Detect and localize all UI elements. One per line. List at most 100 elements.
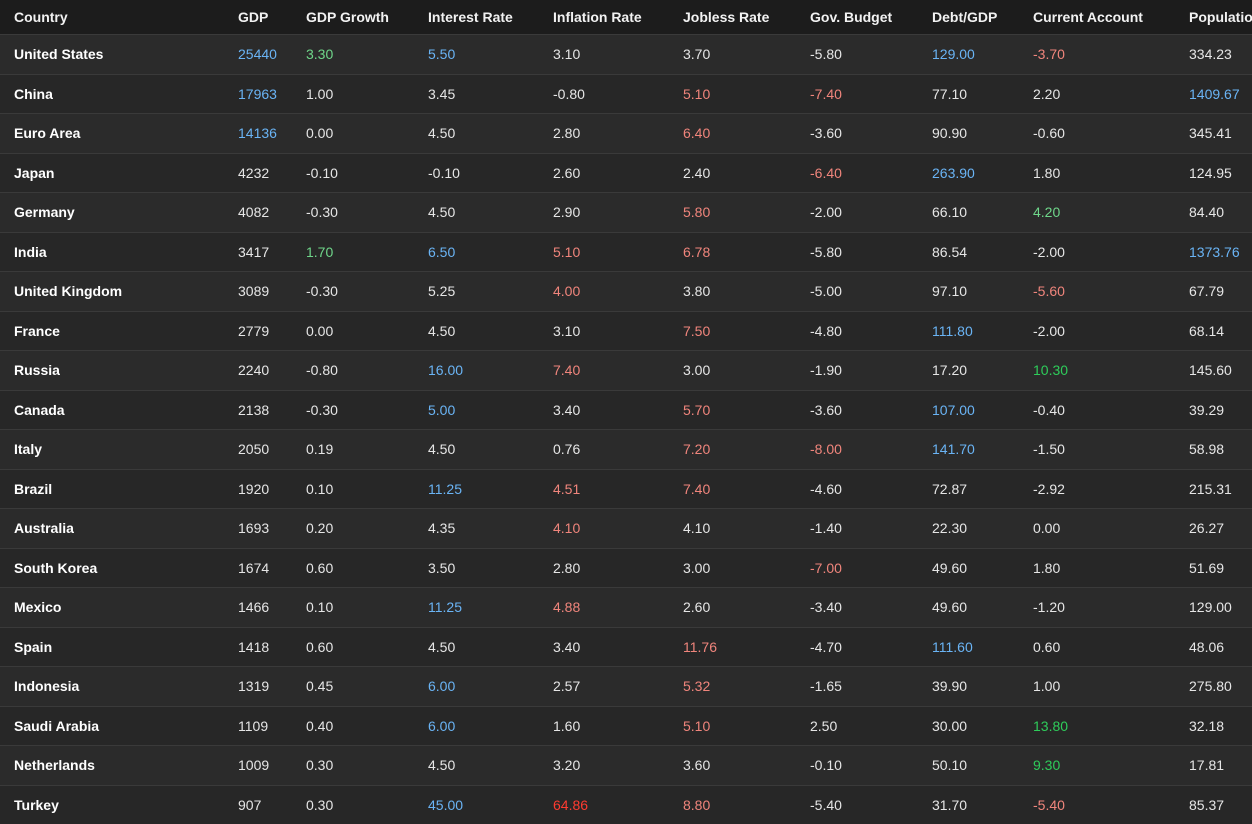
header-jobless-rate[interactable]: Jobless Rate	[669, 0, 796, 35]
country-cell[interactable]: Mexico	[0, 587, 224, 627]
table-row[interactable]: Netherlands 1009 0.30 4.50 3.20 3.60 -0.10 50.1…	[0, 745, 1252, 785]
country-cell[interactable]: Russia	[0, 350, 224, 390]
gdp-growth-cell: -0.10	[292, 152, 414, 193]
population-cell: 51.69	[1175, 547, 1252, 588]
table-row[interactable]: India 3417 1.70 6.50 5.10 6.78 -5.80 86.54 -2.00…	[0, 231, 1252, 272]
table-header-row: Country GDP GDP Growth Interest Rate Inflati…	[0, 0, 1252, 35]
table-row[interactable]: United States 25440 3.30 5.50 3.10 3.70 -5.80 1…	[0, 34, 1252, 74]
table-row[interactable]: Australia 1693 0.20 4.35 4.10 4.10 -1.40 22.30 0…	[0, 508, 1252, 548]
jobless-rate-cell: 2.40	[669, 152, 796, 193]
country-cell[interactable]: China	[0, 73, 224, 114]
inflation-rate-cell: 2.80	[539, 547, 669, 588]
gov-budget-cell: -1.65	[796, 666, 918, 706]
table-row[interactable]: Saudi Arabia 1109 0.40 6.00 1.60 5.10 2.50 30.0…	[0, 705, 1252, 746]
gdp-growth-cell: 0.40	[292, 705, 414, 746]
country-cell[interactable]: France	[0, 310, 224, 351]
current-account-cell: -0.60	[1019, 113, 1175, 153]
population-cell: 32.18	[1175, 705, 1252, 746]
economic-indicators-page: Country GDP GDP Growth Interest Rate Inflati…	[0, 0, 1252, 824]
country-cell[interactable]: India	[0, 231, 224, 272]
inflation-rate-cell: 5.10	[539, 231, 669, 272]
debt-gdp-cell: 107.00	[918, 389, 1019, 430]
interest-rate-cell: 5.00	[414, 389, 539, 430]
header-current-account[interactable]: Current Account	[1019, 0, 1175, 35]
gdp-growth-cell: 1.00	[292, 73, 414, 114]
current-account-cell: -0.40	[1019, 389, 1175, 430]
country-cell[interactable]: Germany	[0, 192, 224, 232]
header-gdp-growth[interactable]: GDP Growth	[292, 0, 414, 35]
inflation-rate-cell: 4.10	[539, 508, 669, 548]
country-cell[interactable]: Brazil	[0, 468, 224, 509]
country-cell[interactable]: United States	[0, 34, 224, 74]
table-row[interactable]: China 17963 1.00 3.45 -0.80 5.10 -7.40 77.10 2.2…	[0, 73, 1252, 114]
country-cell[interactable]: Japan	[0, 152, 224, 193]
jobless-rate-cell: 8.80	[669, 784, 796, 824]
table-row[interactable]: United Kingdom 3089 -0.30 5.25 4.00 3.80 -5.00…	[0, 271, 1252, 311]
gdp-cell: 2138	[224, 389, 292, 430]
inflation-rate-cell: 0.76	[539, 429, 669, 469]
header-population[interactable]: Population	[1175, 0, 1252, 35]
current-account-cell: 1.80	[1019, 152, 1175, 193]
table-row[interactable]: Japan 4232 -0.10 -0.10 2.60 2.40 -6.40 263.90 1.…	[0, 152, 1252, 193]
table-row[interactable]: Russia 2240 -0.80 16.00 7.40 3.00 -1.90 17.20 10…	[0, 350, 1252, 390]
header-gdp[interactable]: GDP	[224, 0, 292, 35]
country-cell[interactable]: Euro Area	[0, 113, 224, 153]
table-row[interactable]: Mexico 1466 0.10 11.25 4.88 2.60 -3.40 49.60 -1.…	[0, 587, 1252, 627]
table-row[interactable]: Spain 1418 0.60 4.50 3.40 11.76 -4.70 111.60 0.6…	[0, 626, 1252, 667]
table-row[interactable]: Brazil 1920 0.10 11.25 4.51 7.40 -4.60 72.87 -2.…	[0, 468, 1252, 509]
table-row[interactable]: Germany 4082 -0.30 4.50 2.90 5.80 -2.00 66.10 4.…	[0, 192, 1252, 232]
gdp-growth-cell: 0.30	[292, 784, 414, 824]
gov-budget-cell: -5.00	[796, 271, 918, 311]
country-cell[interactable]: Spain	[0, 626, 224, 667]
header-interest-rate[interactable]: Interest Rate	[414, 0, 539, 35]
country-cell[interactable]: Canada	[0, 389, 224, 430]
country-cell[interactable]: United Kingdom	[0, 271, 224, 311]
table-row[interactable]: Italy 2050 0.19 4.50 0.76 7.20 -8.00 141.70 -1.5…	[0, 429, 1252, 469]
gdp-growth-cell: 0.00	[292, 310, 414, 351]
inflation-rate-cell: 4.00	[539, 271, 669, 311]
interest-rate-cell: -0.10	[414, 152, 539, 193]
population-cell: 145.60	[1175, 350, 1252, 390]
table-row[interactable]: Turkey 907 0.30 45.00 64.86 8.80 -5.40 31.70 -5.…	[0, 784, 1252, 824]
table-row[interactable]: France 2779 0.00 4.50 3.10 7.50 -4.80 111.80 -2.…	[0, 310, 1252, 351]
header-country[interactable]: Country	[0, 0, 224, 35]
population-cell: 39.29	[1175, 389, 1252, 430]
header-inflation-rate[interactable]: Inflation Rate	[539, 0, 669, 35]
interest-rate-cell: 5.50	[414, 34, 539, 74]
gdp-growth-cell: 0.10	[292, 587, 414, 627]
gov-budget-cell: -4.60	[796, 468, 918, 509]
gdp-growth-cell: 0.30	[292, 745, 414, 785]
country-cell[interactable]: Turkey	[0, 784, 224, 824]
interest-rate-cell: 4.50	[414, 429, 539, 469]
country-cell[interactable]: Saudi Arabia	[0, 705, 224, 746]
debt-gdp-cell: 141.70	[918, 429, 1019, 469]
population-cell: 84.40	[1175, 192, 1252, 232]
inflation-rate-cell: 7.40	[539, 350, 669, 390]
table-body: United States 25440 3.30 5.50 3.10 3.70 -5.80 1…	[0, 34, 1252, 824]
debt-gdp-cell: 111.80	[918, 310, 1019, 351]
current-account-cell: -5.60	[1019, 271, 1175, 311]
debt-gdp-cell: 49.60	[918, 547, 1019, 588]
gdp-cell: 1466	[224, 587, 292, 627]
gdp-cell: 1920	[224, 468, 292, 509]
table-row[interactable]: Canada 2138 -0.30 5.00 3.40 5.70 -3.60 107.00 -0…	[0, 389, 1252, 430]
gov-budget-cell: -8.00	[796, 429, 918, 469]
header-debt-gdp[interactable]: Debt/GDP	[918, 0, 1019, 35]
country-cell[interactable]: Australia	[0, 508, 224, 548]
table-row[interactable]: South Korea 1674 0.60 3.50 2.80 3.00 -7.00 49.6…	[0, 547, 1252, 588]
country-cell[interactable]: Netherlands	[0, 745, 224, 785]
gov-budget-cell: 2.50	[796, 705, 918, 746]
country-cell[interactable]: South Korea	[0, 547, 224, 588]
table-row[interactable]: Euro Area 14136 0.00 4.50 2.80 6.40 -3.60 90.90…	[0, 113, 1252, 153]
gdp-cell: 1674	[224, 547, 292, 588]
jobless-rate-cell: 6.40	[669, 113, 796, 153]
population-cell: 1409.67	[1175, 73, 1252, 114]
table-row[interactable]: Indonesia 1319 0.45 6.00 2.57 5.32 -1.65 39.90 1…	[0, 666, 1252, 706]
country-cell[interactable]: Indonesia	[0, 666, 224, 706]
gov-budget-cell: -6.40	[796, 152, 918, 193]
jobless-rate-cell: 3.70	[669, 34, 796, 74]
country-cell[interactable]: Italy	[0, 429, 224, 469]
header-gov-budget[interactable]: Gov. Budget	[796, 0, 918, 35]
population-cell: 85.37	[1175, 784, 1252, 824]
indicators-table: Country GDP GDP Growth Interest Rate Inflati…	[0, 0, 1252, 824]
